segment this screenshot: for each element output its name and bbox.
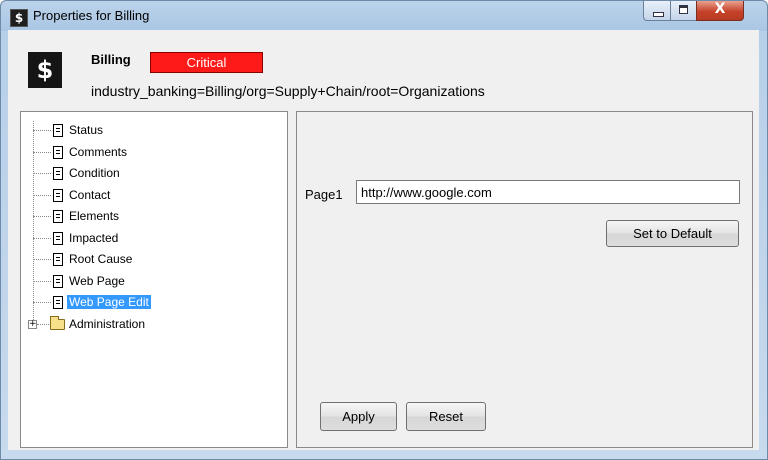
document-icon bbox=[53, 124, 63, 137]
tree-item-label: Root Cause bbox=[69, 252, 133, 266]
tree-item-label: Contact bbox=[69, 188, 111, 202]
close-icon: X bbox=[714, 1, 726, 17]
apply-button[interactable]: Apply bbox=[320, 402, 397, 431]
tree-item-label: Web Page bbox=[69, 274, 125, 288]
tree-folder-label: Administration bbox=[69, 317, 146, 331]
title-bar[interactable]: $ Properties for Billing X bbox=[1, 1, 767, 33]
document-icon bbox=[53, 146, 63, 159]
minimize-button[interactable] bbox=[643, 1, 671, 21]
tree-item-label: Status bbox=[69, 123, 104, 137]
document-icon bbox=[53, 210, 63, 223]
tree-item-label: Web Page Edit bbox=[67, 295, 151, 309]
document-icon bbox=[53, 296, 63, 309]
set-to-default-button[interactable]: Set to Default bbox=[606, 220, 739, 247]
maximize-icon bbox=[679, 5, 688, 14]
dollar-icon: $ bbox=[28, 52, 62, 88]
document-icon bbox=[53, 167, 63, 180]
minimize-icon bbox=[653, 12, 664, 17]
edit-panel bbox=[296, 111, 753, 448]
dollar-app-icon: $ bbox=[10, 9, 28, 27]
object-name: Billing bbox=[91, 52, 131, 67]
tree-item-label: Comments bbox=[69, 145, 128, 159]
document-icon bbox=[53, 232, 63, 245]
expand-icon[interactable]: + bbox=[28, 320, 37, 329]
object-path: industry_banking=Billing/org=Supply+Chai… bbox=[91, 83, 485, 99]
tree-item-label: Condition bbox=[69, 166, 120, 180]
document-icon bbox=[53, 253, 63, 266]
severity-badge: Critical bbox=[150, 52, 263, 73]
document-icon bbox=[53, 275, 63, 288]
document-icon bbox=[53, 189, 63, 202]
maximize-button[interactable] bbox=[670, 1, 697, 21]
page1-label: Page1 bbox=[305, 187, 343, 202]
tree-item-label: Impacted bbox=[69, 231, 119, 245]
reset-button[interactable]: Reset bbox=[406, 402, 486, 431]
close-button[interactable]: X bbox=[696, 1, 744, 21]
folder-icon bbox=[50, 316, 65, 330]
navigation-tree: Status Comments Condition Contact Elemen… bbox=[20, 111, 288, 448]
page1-url-input[interactable] bbox=[356, 180, 740, 204]
tree-item-label: Elements bbox=[69, 209, 120, 223]
window-title: Properties for Billing bbox=[33, 8, 150, 23]
